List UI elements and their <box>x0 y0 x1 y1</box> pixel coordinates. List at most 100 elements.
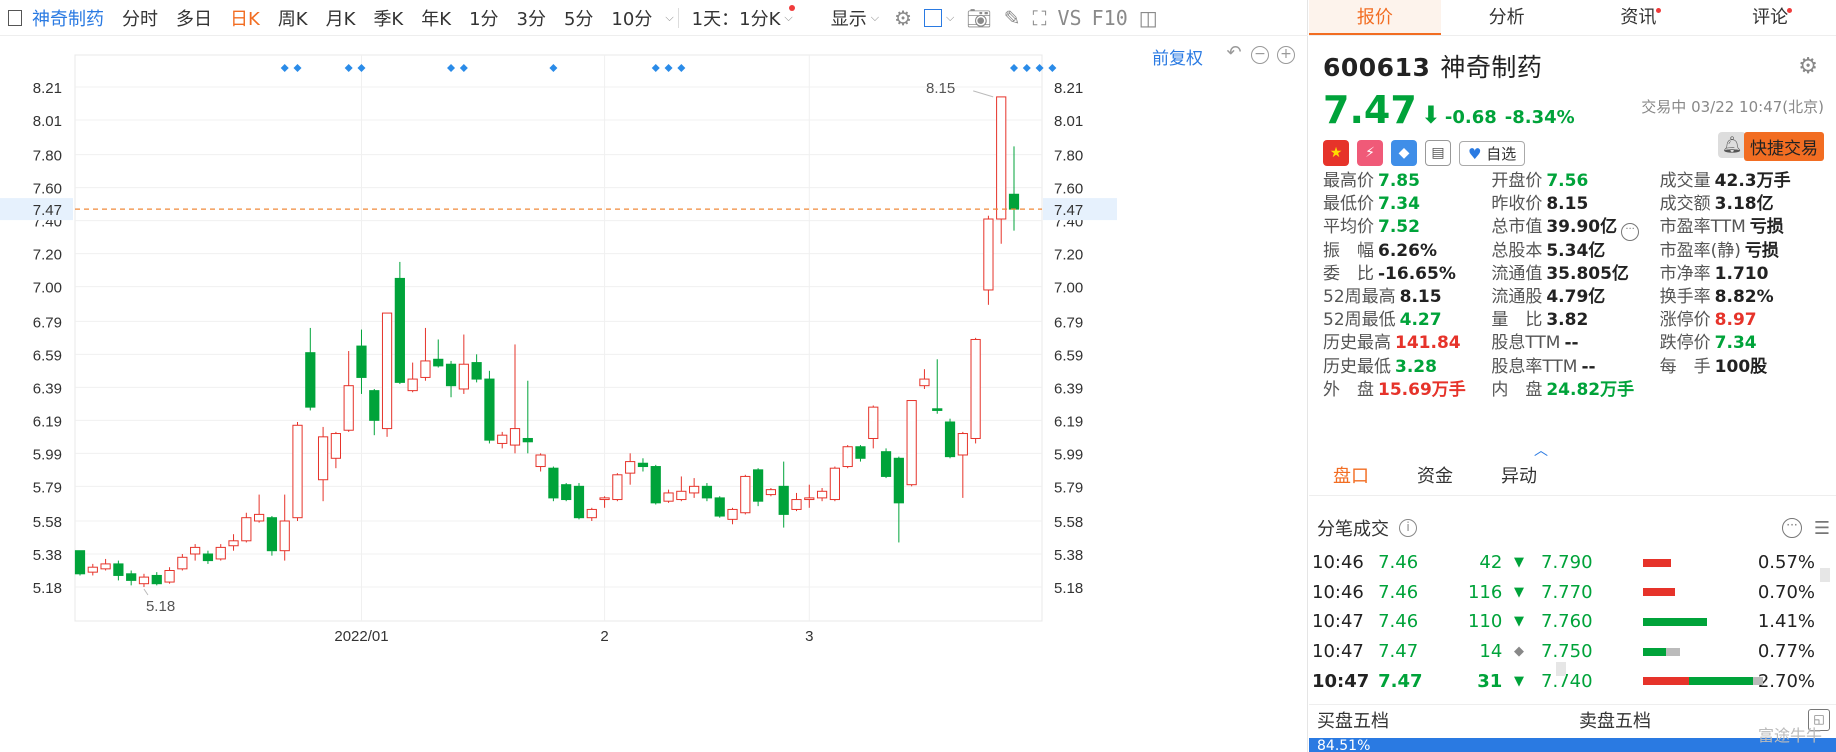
period-tab[interactable]: 季K <box>364 0 412 36</box>
chevron-down-icon[interactable]: ⌵ <box>665 11 673 25</box>
trading-status: 交易中 03/22 10:47(北京) <box>1641 98 1824 116</box>
tag-icon[interactable]: ◆ <box>1391 140 1417 166</box>
candle-body <box>753 469 764 502</box>
y-tick-label-right: 8.01 <box>1054 113 1083 130</box>
interval-select[interactable]: 1天：1分K ⌵ <box>683 0 808 36</box>
stat-cell: 52周最高 8.15 <box>1323 286 1491 309</box>
f10-button[interactable]: F10 <box>1087 6 1133 30</box>
bookmark-icon[interactable]: ▤ <box>1425 140 1451 166</box>
stat-label: 委 比 <box>1323 263 1374 284</box>
sub-tab[interactable]: 资金 <box>1393 458 1477 495</box>
candlestick-chart[interactable]: 8.21 8.218.01 8.017.80 7.807.60 7.607.40 7.40… <box>0 37 1308 752</box>
stat-cell: 振 幅 6.26% <box>1323 240 1491 263</box>
stock-name: 神奇制药 <box>1440 53 1543 82</box>
stat-cell: 换手率 8.82% <box>1660 286 1828 309</box>
gear-icon[interactable]: ⚙ <box>1798 54 1818 79</box>
stat-cell: 开盘价 7.56 <box>1491 170 1659 193</box>
candle-body <box>919 378 930 387</box>
chevron-up-icon[interactable]: ︿ <box>1534 440 1548 460</box>
stat-value: 39.90亿 <box>1546 217 1618 238</box>
stat-value: 7.34 <box>1378 194 1420 215</box>
pencil-icon[interactable]: ✎ <box>998 0 1027 36</box>
panel-toggle-icon[interactable] <box>8 9 22 26</box>
y-tick-label-left: 5.18 <box>33 580 62 597</box>
candle-body <box>202 553 214 562</box>
tick-row: 10:46 7.46 116 ▼ <box>1309 578 1524 608</box>
stat-cell: 流通值 35.805亿 <box>1491 263 1659 286</box>
quote-tab[interactable]: 分析 <box>1441 0 1573 35</box>
stock-name-link[interactable]: 神奇制药 <box>28 0 113 36</box>
period-tab[interactable]: 5分 <box>555 0 602 36</box>
stats-row: 52周最低 4.27 量 比 3.82 涨停价 8.97 <box>1323 309 1828 332</box>
period-tab[interactable]: 多日 <box>167 0 221 36</box>
margin-trading-icon[interactable]: ⚡ <box>1357 140 1383 166</box>
period-tabs: 分时 多日 日K 周K 月K 季K 年K 1分 3分 5分 10分 <box>113 0 661 36</box>
candle-body <box>228 540 239 547</box>
candle-body <box>330 433 341 459</box>
quote-tab[interactable]: 评论 <box>1704 0 1836 35</box>
info-icon[interactable]: i <box>1399 519 1417 537</box>
stats-row: 平均价 7.52 总市值 39.90亿 ··· 市盈率TTM 亏损 <box>1323 216 1828 242</box>
period-tab[interactable]: 1分 <box>460 0 507 36</box>
sub-tab[interactable]: 盘口 <box>1309 458 1393 495</box>
tick-row: 10:47 7.46 110 ▼ <box>1309 607 1524 637</box>
notification-dot <box>1655 8 1661 13</box>
tick-volume: 110 <box>1467 611 1503 633</box>
period-tab[interactable]: 3分 <box>508 0 555 36</box>
stat-value: 8.15 <box>1546 194 1589 215</box>
period-tab[interactable]: 分时 <box>113 0 167 36</box>
stats-row: 历史最低 3.28 股息率TTM -- 每 手 100股 <box>1323 356 1828 379</box>
scrollbar[interactable] <box>1820 568 1830 582</box>
y-tick-label-left: 8.01 <box>33 113 62 130</box>
fullscreen-icon[interactable]: ⛶ <box>1027 0 1053 36</box>
heart-icon: ♥ <box>1468 144 1482 163</box>
vs-compare-button[interactable]: VS <box>1053 6 1087 30</box>
add-watchlist-button[interactable]: ♥ 自选 <box>1459 140 1526 166</box>
gear-icon[interactable]: ⚙ <box>888 0 918 36</box>
quick-trade-button[interactable]: 快捷交易 <box>1744 132 1824 161</box>
stat-cell: 每 手 100股 <box>1660 356 1828 379</box>
scrollbar[interactable] <box>1556 662 1566 676</box>
display-menu[interactable]: 显示 ⌵ <box>822 0 888 36</box>
tick-volume: 14 <box>1479 641 1503 663</box>
y-tick-label-left: 5.58 <box>33 514 62 531</box>
color-box-icon[interactable]: ⌵ <box>918 0 960 36</box>
stat-value: 3.28 <box>1395 356 1437 377</box>
candle-body <box>996 96 1007 220</box>
tick-row: 10:46 7.46 42 ▼ <box>1309 548 1524 578</box>
period-tab[interactable]: 日K <box>221 0 269 36</box>
bell-icon[interactable]: 🔔︎ <box>1718 132 1746 158</box>
y-tick-label-left: 7.80 <box>33 148 62 165</box>
depth-bar <box>1643 677 1763 686</box>
menu-icon[interactable]: ☰ <box>1814 518 1830 539</box>
candle-body <box>855 446 866 459</box>
y-tick-label-left: 6.39 <box>33 380 62 397</box>
more-icon[interactable]: ··· <box>1782 518 1802 538</box>
candle-body <box>126 573 137 581</box>
tick-price: 7.47 <box>1378 670 1423 692</box>
candle-body <box>471 362 482 380</box>
sidebar-toggle-icon[interactable]: ◫ <box>1133 0 1164 36</box>
stat-label: 平均价 <box>1323 217 1374 238</box>
period-tab[interactable]: 周K <box>269 0 317 36</box>
candle-body <box>944 421 956 458</box>
depth-bar <box>1643 617 1735 626</box>
chart-toolbar: 神奇制药 分时 多日 日K 周K 月K 季K 年K 1分 3分 5分 10分 ⌵ 1天：1分K ⌵ 显… <box>0 0 1308 36</box>
stat-value: 24.82万手 <box>1546 379 1635 400</box>
camera-icon[interactable]: 📷︎ <box>960 0 997 36</box>
quote-tab[interactable]: 资讯 <box>1573 0 1705 35</box>
period-tab[interactable]: 年K <box>412 0 460 36</box>
sub-tab[interactable]: 异动 <box>1477 458 1561 495</box>
period-tab[interactable]: 10分 <box>602 0 661 36</box>
quote-tab[interactable]: 报价 <box>1309 0 1441 35</box>
stat-cell: 市盈率(静) 亏损 <box>1660 240 1828 263</box>
stat-label: 昨收价 <box>1491 194 1543 215</box>
quote-tab-label: 评论 <box>1752 7 1789 28</box>
depth-percent: 0.77% <box>1757 641 1815 663</box>
stats-row: 最高价 7.85 开盘价 7.56 成交量 42.3万手 <box>1323 170 1828 193</box>
period-tab[interactable]: 月K <box>317 0 365 36</box>
candle-body <box>868 406 879 439</box>
buy-sell-ratio-bar: 84.51% <box>1309 738 1836 752</box>
tick-price: 7.46 <box>1378 552 1419 574</box>
stat-label: 52周最低 <box>1323 310 1396 331</box>
